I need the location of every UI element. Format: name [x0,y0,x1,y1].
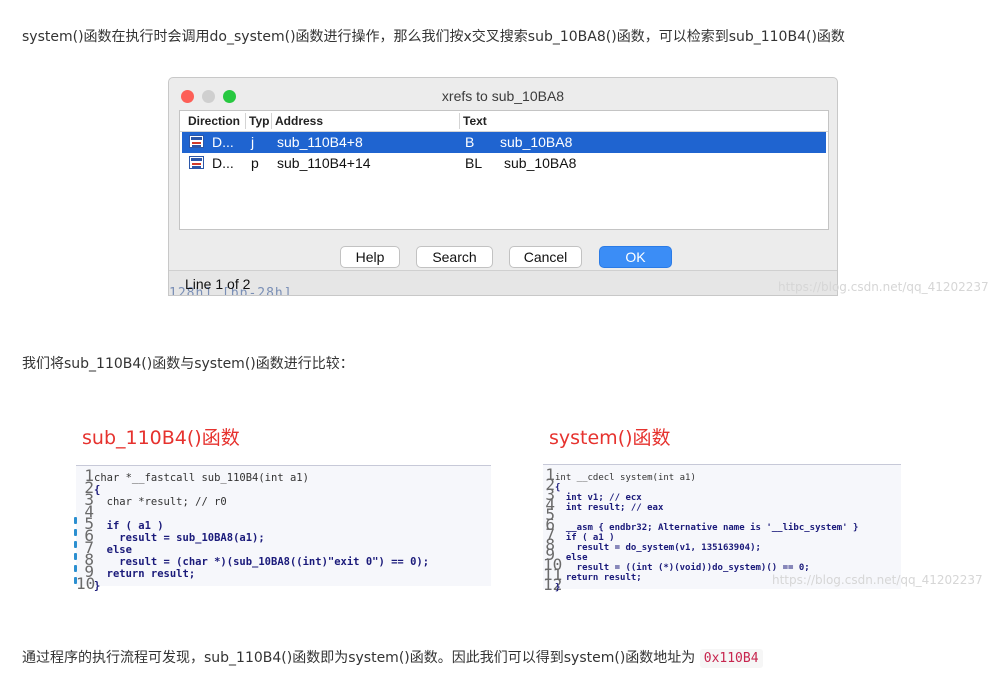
dialog-statusbar: 128h] [bp-28h] Line 1 of 2 [169,270,837,295]
xref-direction-icon [189,135,204,148]
code-line: 1int __cdecl system(int a1) [545,465,696,484]
row-direction: D... [212,134,234,150]
row-text-arg: sub_10BA8 [500,134,573,150]
search-button[interactable]: Search [416,246,493,268]
compare-paragraph: 我们将sub_110B4()函数与system()函数进行比较： [22,356,354,372]
xref-row-2[interactable]: D... p sub_110B4+14 BL sub_10BA8 [182,153,826,174]
breakpoint-marker-icon [74,529,77,536]
row-type: p [251,155,259,171]
help-button[interactable]: Help [340,246,400,268]
code-line: 12} [543,575,563,594]
status-line-count: Line 1 of 2 [185,276,251,292]
xref-row-1[interactable]: D... j sub_110B4+8 B sub_10BA8 [182,132,826,153]
ok-button[interactable]: OK [599,246,672,268]
row-text-arg: sub_10BA8 [504,155,577,171]
column-header-type[interactable]: Typ [249,114,269,128]
conclusion-text: 通过程序的执行流程可发现，sub_110B4()函数即为system()函数。因… [22,650,696,666]
column-header-address[interactable]: Address [275,114,323,128]
left-code-title: sub_110B4()函数 [82,427,240,449]
breakpoint-marker-icon [74,541,77,548]
dialog-title: xrefs to sub_10BA8 [441,88,565,104]
xrefs-dialog: xrefs to sub_10BA8 Direction Typ Address… [168,77,838,296]
row-text-op: BL [465,155,483,171]
address-code: 0x110B4 [699,649,763,668]
conclusion-paragraph: 通过程序的执行流程可发现，sub_110B4()函数即为system()函数。因… [22,647,763,668]
row-address: sub_110B4+8 [277,134,363,150]
code-line: 10} [76,574,101,593]
row-address: sub_110B4+14 [277,155,371,171]
code-line: 3 char *result; // r0 [84,490,227,509]
right-code-title: system()函数 [549,427,671,449]
xref-direction-icon [189,156,204,169]
left-code-panel: 1char *__fastcall sub_110B4(int a1) 2{ 3… [74,465,491,593]
column-header-text[interactable]: Text [463,114,487,128]
row-type: j [251,134,255,150]
watermark-2: https://blog.csdn.net/qq_41202237 [772,573,983,587]
code-line: 4 int result; // eax [545,495,664,514]
breakpoint-marker-icon [74,553,77,560]
right-code-panel: 1int __cdecl system(int a1) 2{ 3 int v1;… [543,464,901,594]
watermark-1: https://blog.csdn.net/qq_41202237 [778,280,989,294]
breakpoint-marker-icon [74,577,77,584]
row-direction: D... [212,155,234,171]
code-line: 1char *__fastcall sub_110B4(int a1) [84,466,309,485]
breakpoint-marker-icon [74,565,77,572]
cancel-button[interactable]: Cancel [509,246,582,268]
table-header: Direction Typ Address Text [180,111,828,132]
xrefs-table: Direction Typ Address Text D... j sub_11… [179,110,829,230]
intro-paragraph: system()函数在执行时会调用do_system()函数进行操作，那么我们按… [22,29,845,45]
row-text-op: B [465,134,475,150]
column-header-direction[interactable]: Direction [188,114,240,128]
breakpoint-marker-icon [74,517,77,524]
